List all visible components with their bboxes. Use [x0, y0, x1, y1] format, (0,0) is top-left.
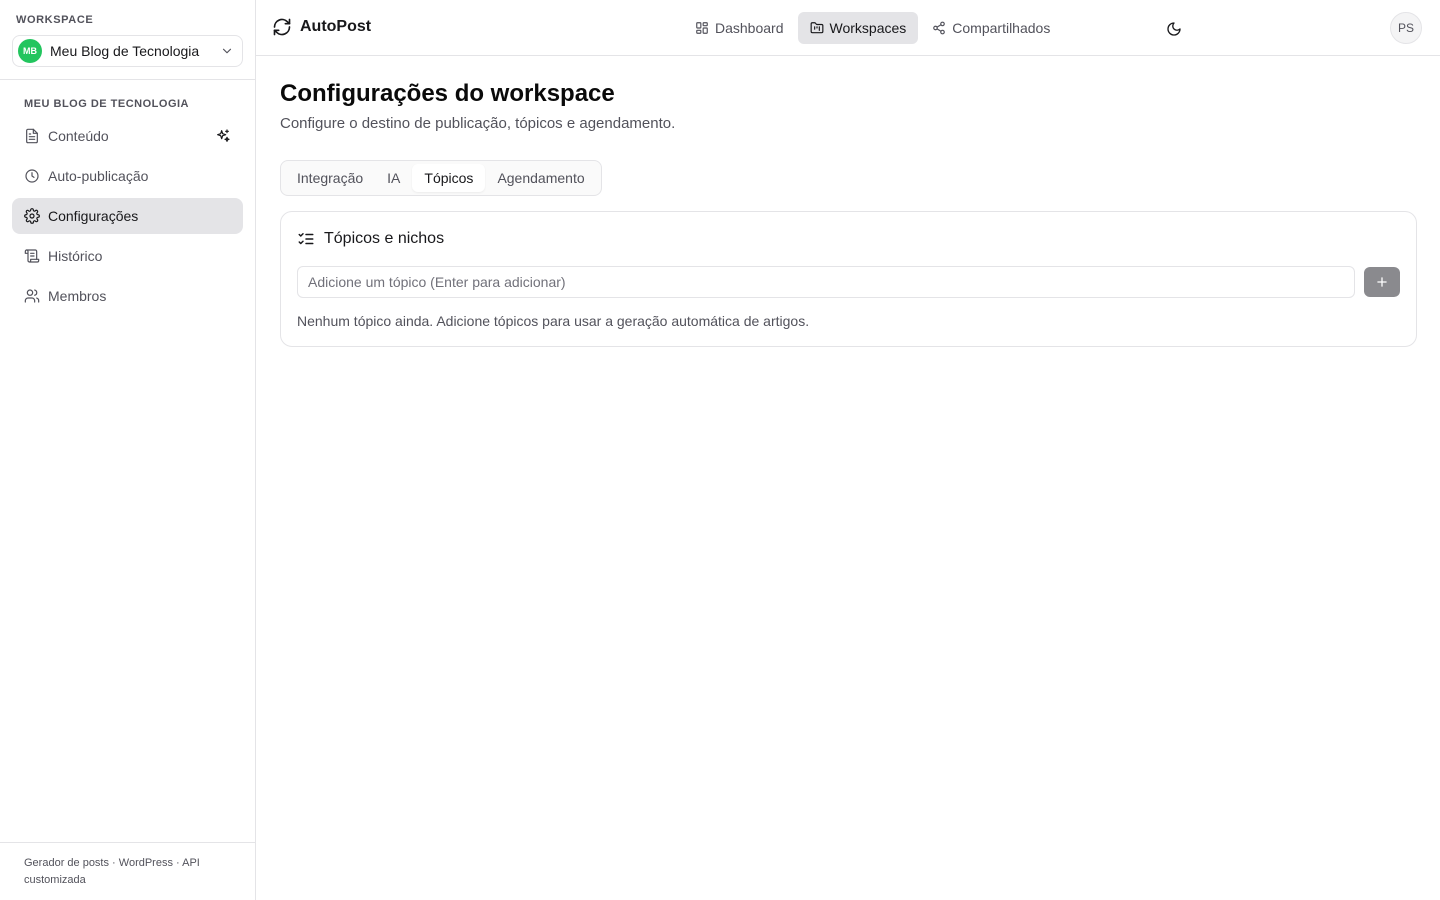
- brand-name: AutoPost: [300, 18, 372, 35]
- sidebar-nav: Conteúdo Auto-publicação Configurações H…: [12, 118, 243, 318]
- moon-icon: [1167, 22, 1181, 36]
- top-nav: Dashboard Workspaces Compartilhados: [683, 12, 1064, 44]
- sidebar-divider: [0, 79, 255, 80]
- workspace-selector[interactable]: MB Meu Blog de Tecnologia: [12, 35, 243, 67]
- sidebar: WORKSPACE MB Meu Blog de Tecnologia MEU …: [0, 0, 256, 900]
- scroll-icon: [24, 249, 40, 263]
- workspace-name: Meu Blog de Tecnologia: [50, 43, 200, 59]
- tab-agendamento[interactable]: Agendamento: [485, 164, 596, 192]
- add-topic-button[interactable]: [1364, 267, 1400, 297]
- nav-label: Workspaces: [829, 20, 907, 36]
- nav-workspaces[interactable]: Workspaces: [797, 12, 919, 44]
- gear-icon: [24, 208, 40, 224]
- sidebar-item-label: Auto-publicação: [48, 168, 149, 184]
- sidebar-item-historico[interactable]: Histórico: [12, 238, 243, 274]
- file-text-icon: [26, 128, 38, 144]
- refresh-icon: [273, 18, 291, 36]
- workspace-avatar: MB: [18, 39, 42, 63]
- nav-label: Compartilhados: [952, 20, 1051, 36]
- empty-state-message: Nenhum tópico ainda. Adicione tópicos pa…: [297, 313, 810, 329]
- sidebar-footer-text: Gerador de posts · WordPress · API custo…: [24, 857, 200, 886]
- sidebar-section-title: MEU BLOG DE TECNOLOGIA: [24, 98, 189, 110]
- page-title: Configurações do workspace: [280, 80, 615, 107]
- sidebar-item-label: Configurações: [48, 208, 139, 224]
- folder-icon: [810, 22, 823, 34]
- user-avatar[interactable]: PS: [1390, 12, 1422, 44]
- clock-icon: [25, 169, 39, 183]
- nav-compartilhados[interactable]: Compartilhados: [920, 12, 1062, 44]
- sidebar-footer-divider: [0, 842, 255, 843]
- sidebar-item-label: Membros: [48, 288, 107, 304]
- dashboard-icon: [696, 22, 708, 34]
- theme-toggle-button[interactable]: [1161, 16, 1187, 42]
- sidebar-item-conteudo[interactable]: Conteúdo: [12, 118, 243, 154]
- card-header: Tópicos e nichos: [297, 230, 444, 248]
- tab-integracao[interactable]: Integração: [285, 164, 375, 192]
- workspace-label: WORKSPACE: [16, 14, 94, 26]
- sidebar-item-membros[interactable]: Membros: [12, 278, 243, 314]
- sidebar-item-label: Histórico: [48, 248, 103, 264]
- brand[interactable]: AutoPost: [272, 17, 371, 37]
- sidebar-item-auto-publicacao[interactable]: Auto-publicação: [12, 158, 243, 194]
- nav-dashboard[interactable]: Dashboard: [683, 12, 796, 44]
- plus-icon: [1377, 277, 1387, 287]
- users-icon: [24, 289, 40, 303]
- card-title: Tópicos e nichos: [324, 230, 445, 247]
- sidebar-item-configuracoes[interactable]: Configurações: [12, 198, 243, 234]
- page-subtitle: Configure o destino de publicação, tópic…: [280, 115, 676, 132]
- topic-input[interactable]: [297, 266, 1355, 298]
- tab-topicos[interactable]: Tópicos: [412, 164, 486, 192]
- list-checks-icon: [298, 233, 314, 245]
- nav-label: Dashboard: [715, 20, 784, 36]
- topics-card: Tópicos e nichos Nenhum tópico ainda. Ad…: [280, 211, 1417, 347]
- tab-ia[interactable]: IA: [375, 164, 412, 192]
- chevron-down-icon: [222, 48, 232, 54]
- sidebar-item-label: Conteúdo: [48, 128, 109, 144]
- topbar: AutoPost Dashboard Workspaces Compartilh…: [256, 0, 1440, 56]
- settings-tabs: Integração IA Tópicos Agendamento: [280, 160, 602, 196]
- share-icon: [933, 21, 946, 35]
- sparkles-icon[interactable]: [215, 128, 231, 144]
